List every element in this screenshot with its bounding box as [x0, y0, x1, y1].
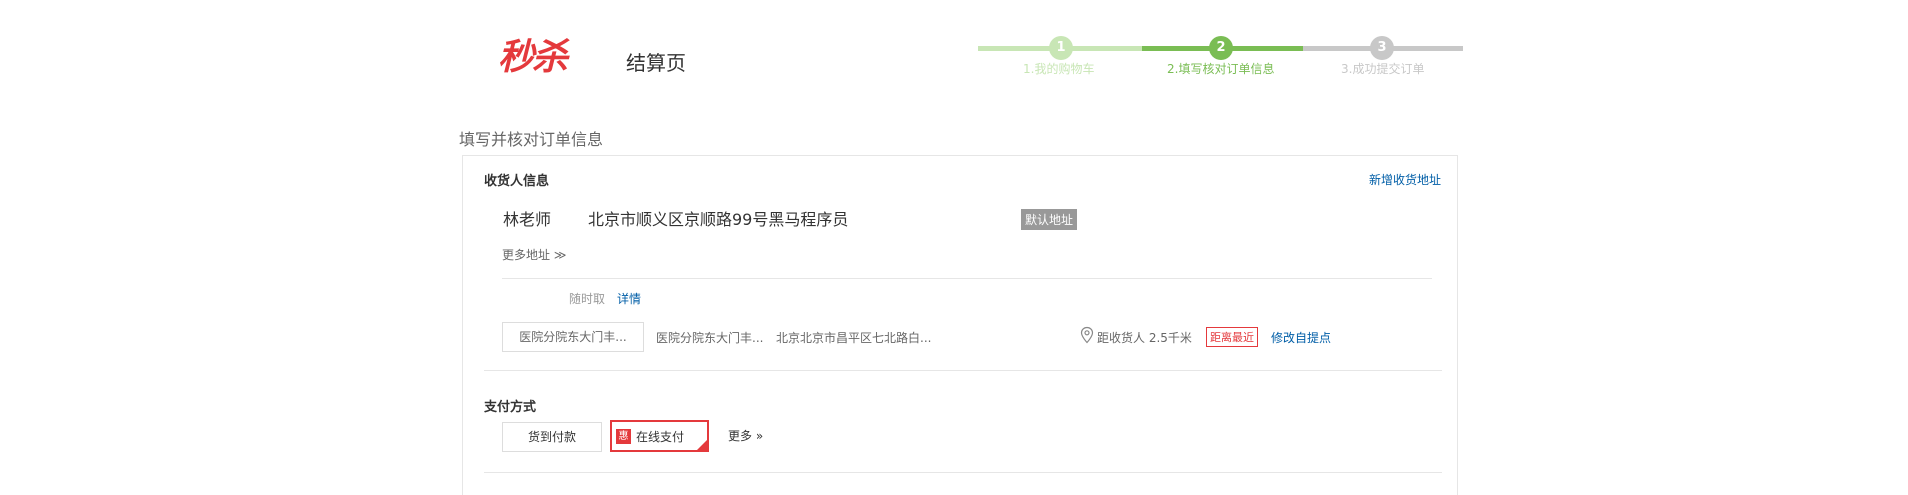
divider — [502, 278, 1432, 279]
step-2-label: 2.填写核对订单信息 — [1167, 62, 1275, 76]
online-payment-label: 在线支付 — [636, 430, 685, 444]
divider — [484, 472, 1442, 473]
default-address-badge: 默认地址 — [1021, 209, 1078, 230]
pickup-point-address: 北京北京市昌平区七北路白... — [776, 331, 932, 345]
receiver-address[interactable]: 北京市顺义区京顺路99号黑马程序员 — [588, 206, 848, 230]
discount-badge: 惠 — [616, 429, 631, 444]
more-addresses-toggle[interactable]: 更多地址 ≫ — [502, 246, 566, 263]
cash-on-delivery-button[interactable]: 货到付款 — [502, 422, 602, 452]
online-payment-button[interactable]: 惠 在线支付 — [610, 420, 709, 452]
selected-corner-icon — [696, 439, 708, 451]
step-1-number: 1 — [1049, 36, 1073, 60]
step-3-label: 3.成功提交订单 — [1341, 62, 1425, 76]
step-3-number: 3 — [1370, 36, 1394, 60]
location-pin-icon — [1080, 326, 1094, 344]
page-title: 结算页 — [626, 51, 686, 75]
logo[interactable]: 秒杀 — [498, 36, 568, 78]
receiver-name[interactable]: 林老师 — [503, 206, 551, 230]
divider — [484, 370, 1442, 371]
pickup-detail-link[interactable]: 详情 — [617, 290, 641, 307]
modify-pickup-link[interactable]: 修改自提点 — [1271, 329, 1331, 346]
pickup-point-selector[interactable]: 医院分院东大门丰... — [502, 322, 644, 352]
section-heading: 填写并核对订单信息 — [459, 130, 604, 149]
distance-text: 距收货人 2.5千米 — [1097, 331, 1192, 345]
step-2-number: 2 — [1209, 36, 1233, 60]
pickup-point-name: 医院分院东大门丰... — [656, 331, 764, 345]
more-payment-link[interactable]: 更多 » — [728, 427, 763, 444]
nearest-tag: 距离最近 — [1206, 327, 1258, 347]
pickup-anytime-label: 随时取 — [569, 292, 606, 306]
receiver-section-title: 收货人信息 — [484, 174, 550, 189]
add-address-link[interactable]: 新增收货地址 — [1369, 171, 1441, 188]
step-1-label: 1.我的购物车 — [1023, 62, 1095, 76]
payment-section-title: 支付方式 — [484, 400, 537, 415]
